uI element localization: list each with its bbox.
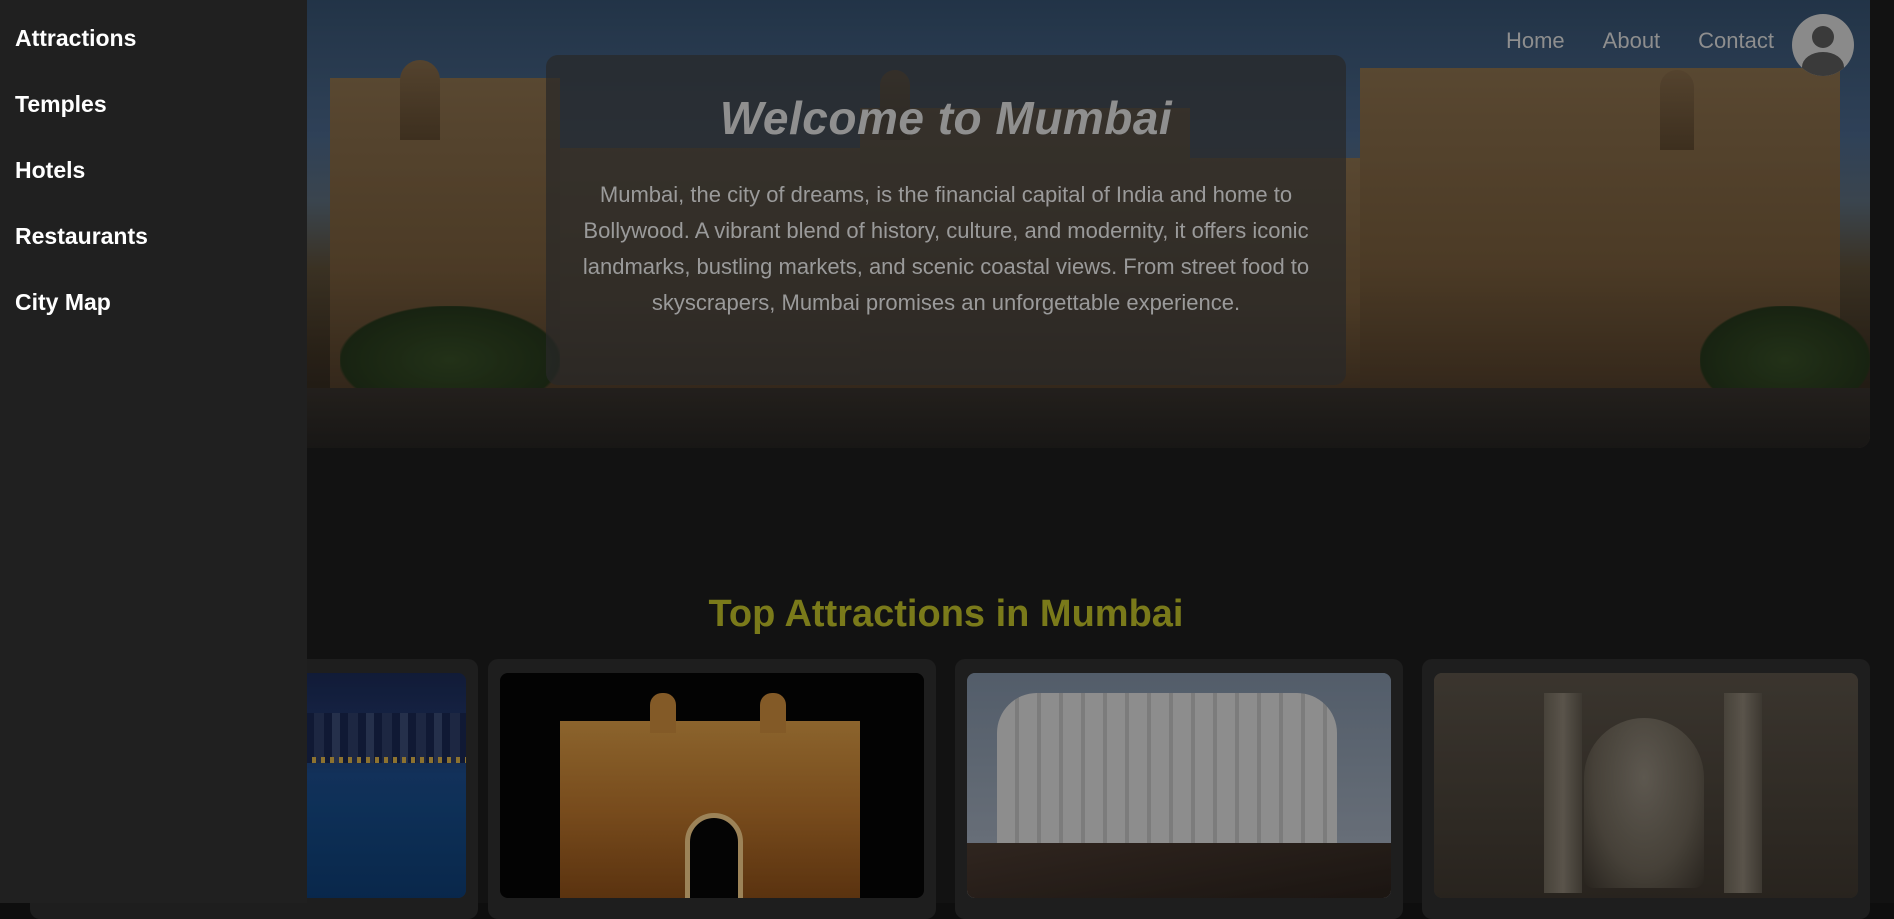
- user-circle-icon[interactable]: [1792, 14, 1854, 76]
- attraction-card[interactable]: [955, 659, 1403, 919]
- sidebar-item-restaurants[interactable]: Restaurants: [0, 220, 307, 286]
- image-overlay: [967, 673, 1391, 898]
- attraction-card[interactable]: [488, 659, 936, 919]
- welcome-card: Welcome to Mumbai Mumbai, the city of dr…: [546, 55, 1346, 385]
- attraction-card[interactable]: [1422, 659, 1870, 919]
- attractions-title: Top Attractions in Mumbai: [708, 593, 1184, 635]
- sidebar-item-city-map[interactable]: City Map: [0, 286, 307, 352]
- welcome-description: Mumbai, the city of dreams, is the finan…: [582, 182, 1310, 315]
- image-overlay: [1434, 673, 1858, 898]
- sidebar-item-temples[interactable]: Temples: [0, 88, 307, 154]
- profile-body: [1802, 52, 1844, 76]
- nav-contact-link[interactable]: Contact: [1698, 28, 1774, 54]
- sidebar: Attractions Temples Hotels Restaurants C…: [0, 0, 307, 903]
- attraction-image: [967, 673, 1391, 898]
- page: Welcome to Mumbai Mumbai, the city of dr…: [0, 0, 1894, 919]
- welcome-title: Welcome to Mumbai: [719, 92, 1173, 144]
- image-overlay: [500, 673, 924, 898]
- attraction-image: [1434, 673, 1858, 898]
- top-nav: Home About Contact: [1506, 28, 1774, 54]
- sidebar-item-hotels[interactable]: Hotels: [0, 154, 307, 220]
- sidebar-item-attractions[interactable]: Attractions: [0, 22, 307, 88]
- nav-about-link[interactable]: About: [1603, 28, 1661, 54]
- attraction-image: [500, 673, 924, 898]
- profile-head: [1812, 26, 1834, 48]
- nav-home-link[interactable]: Home: [1506, 28, 1565, 54]
